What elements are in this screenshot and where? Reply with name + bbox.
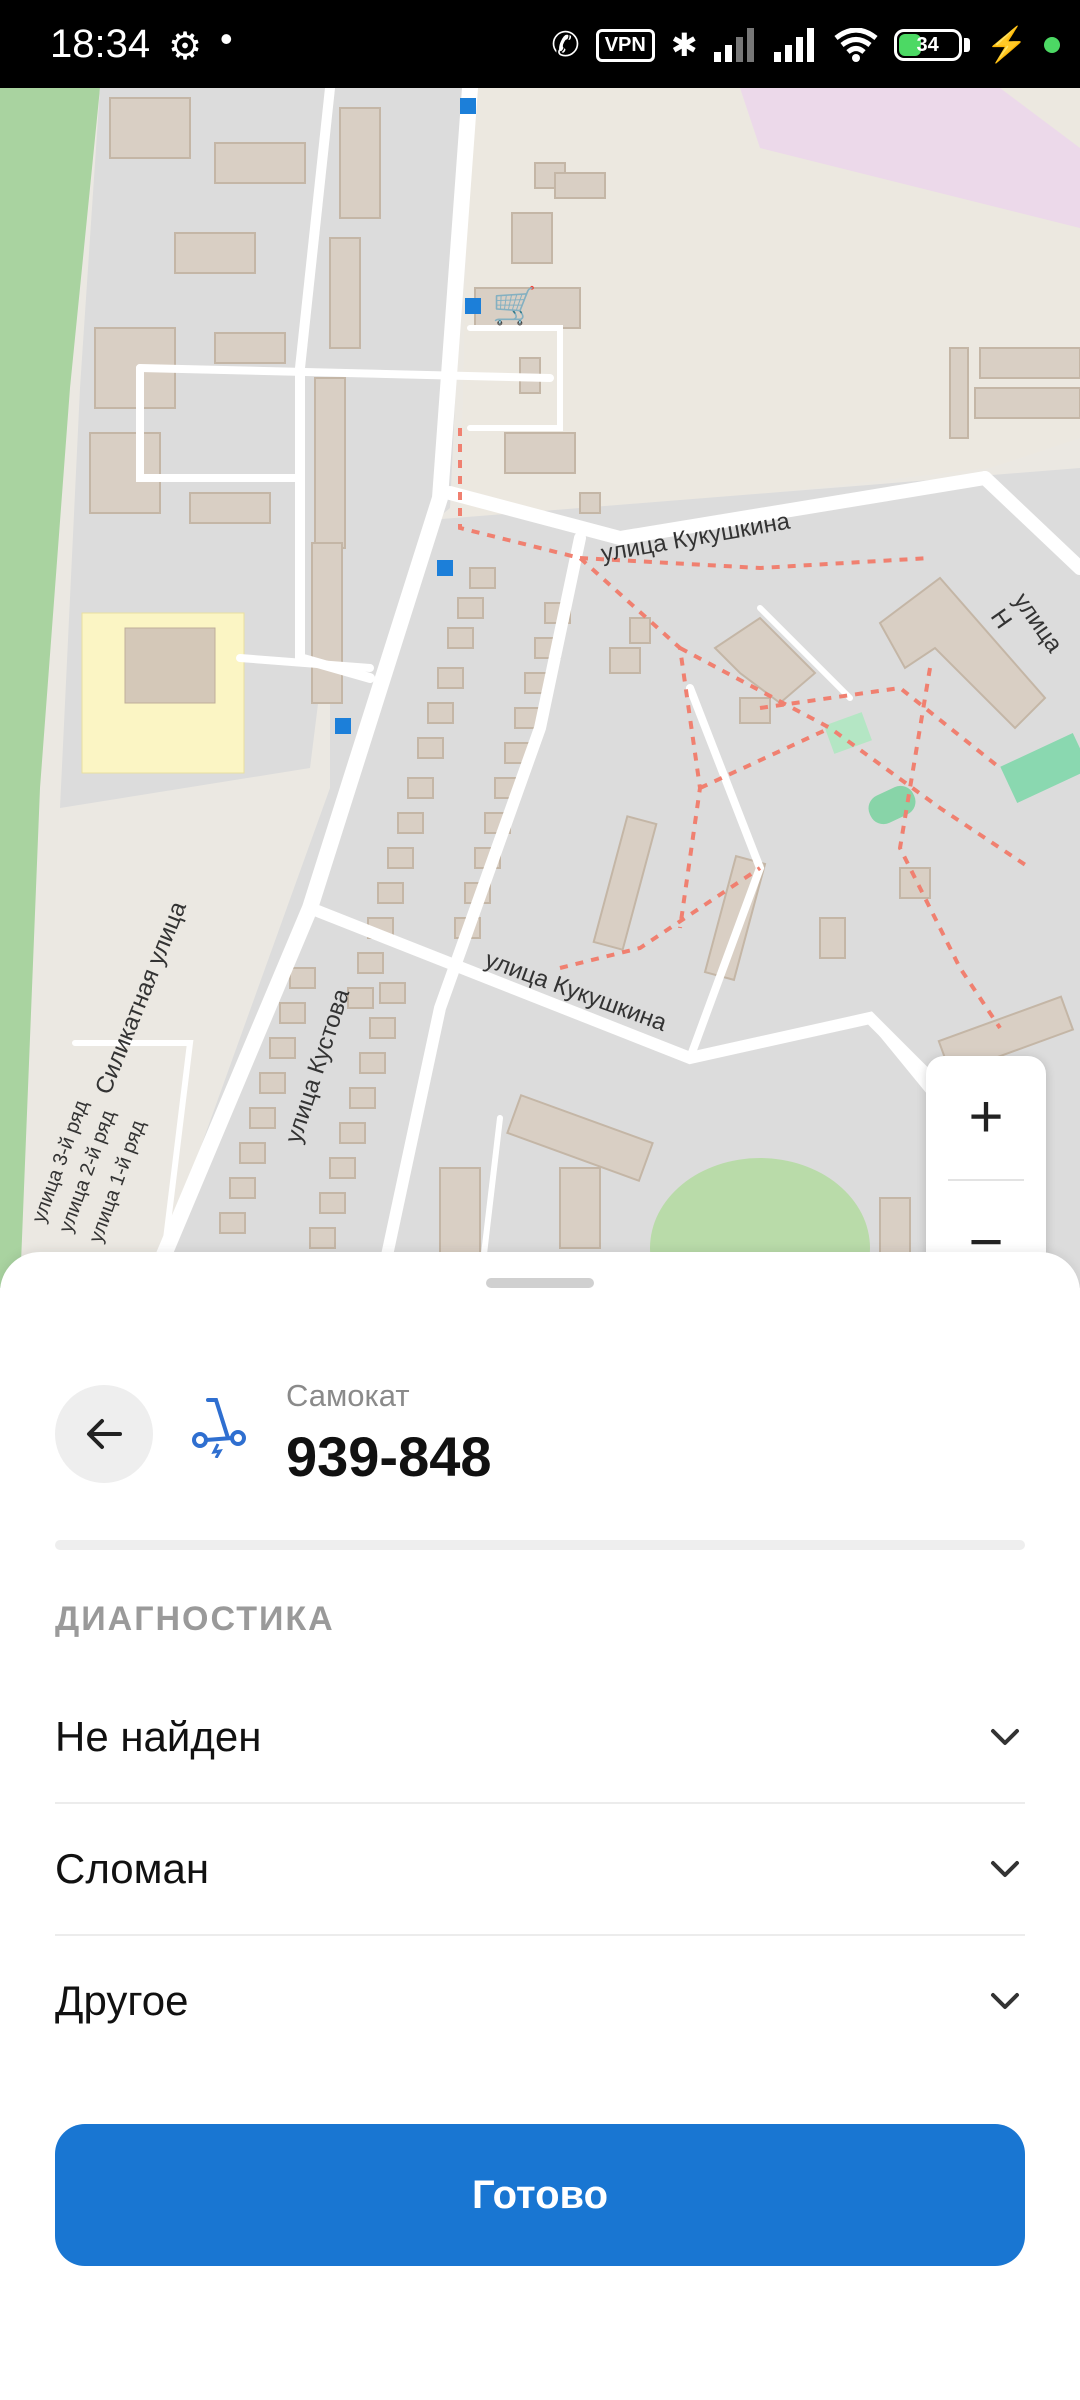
chevron-down-icon: [985, 1981, 1025, 2021]
vehicle-number: 939-848: [286, 1425, 492, 1488]
battery-level: 34: [916, 34, 939, 56]
sheet-drag-handle[interactable]: [486, 1278, 594, 1288]
vehicle-type-label: Самокат: [286, 1378, 410, 1413]
charging-icon: ⚡: [985, 26, 1028, 64]
map-view[interactable]: 🛒 улица Кукушкина улица Кукушкина Силика…: [0, 88, 1080, 1288]
diagnostics-section-title: ДИАГНОСТИКА: [55, 1600, 335, 1638]
zoom-in-button[interactable]: +: [926, 1056, 1046, 1176]
diagnostic-item-other[interactable]: Другое: [55, 1936, 1025, 2066]
diagnostic-item-not-found[interactable]: Не найден: [55, 1672, 1025, 1804]
done-button[interactable]: Готово: [55, 2124, 1025, 2266]
section-divider: [55, 1540, 1025, 1550]
wifi-icon: [834, 28, 878, 62]
diagnostic-item-label: Не найден: [55, 1713, 262, 1760]
signal-icon-2: [773, 28, 814, 62]
status-time: 18:34: [50, 22, 151, 66]
diagnostic-item-broken[interactable]: Сломан: [55, 1804, 1025, 1936]
chevron-down-icon: [985, 1849, 1025, 1889]
arrow-left-icon: [87, 1419, 122, 1449]
chevron-down-icon: [985, 1717, 1025, 1757]
notification-dot-icon: •: [220, 18, 233, 59]
shop-cart-icon: 🛒: [492, 285, 537, 326]
settings-gear-icon: ⚙: [168, 26, 203, 68]
battery-icon: 34: [893, 29, 962, 61]
status-icons: ✆ VPN ✱ 34 ⚡: [551, 18, 1060, 72]
battery-tip: [963, 38, 970, 52]
scooter-icon: [192, 1398, 246, 1458]
bluetooth-icon: ✱: [670, 27, 698, 63]
diagnostic-item-label: Сломан: [55, 1845, 210, 1892]
back-button[interactable]: [55, 1385, 153, 1483]
map-canvas: 🛒: [0, 88, 1080, 1288]
vpn-badge: VPN: [595, 28, 655, 62]
signal-icon: [713, 28, 754, 62]
diagnostic-item-label: Другое: [55, 1977, 189, 2024]
bottom-sheet: Самокат 939-848 ДИАГНОСТИКА Не найден Сл…: [0, 1252, 1080, 2400]
call-forwarding-icon: ✆: [551, 26, 580, 64]
privacy-indicator-dot: [1044, 37, 1060, 53]
status-bar: 18:34 ⚙ • ✆ VPN ✱ 34 ⚡: [0, 0, 1080, 88]
